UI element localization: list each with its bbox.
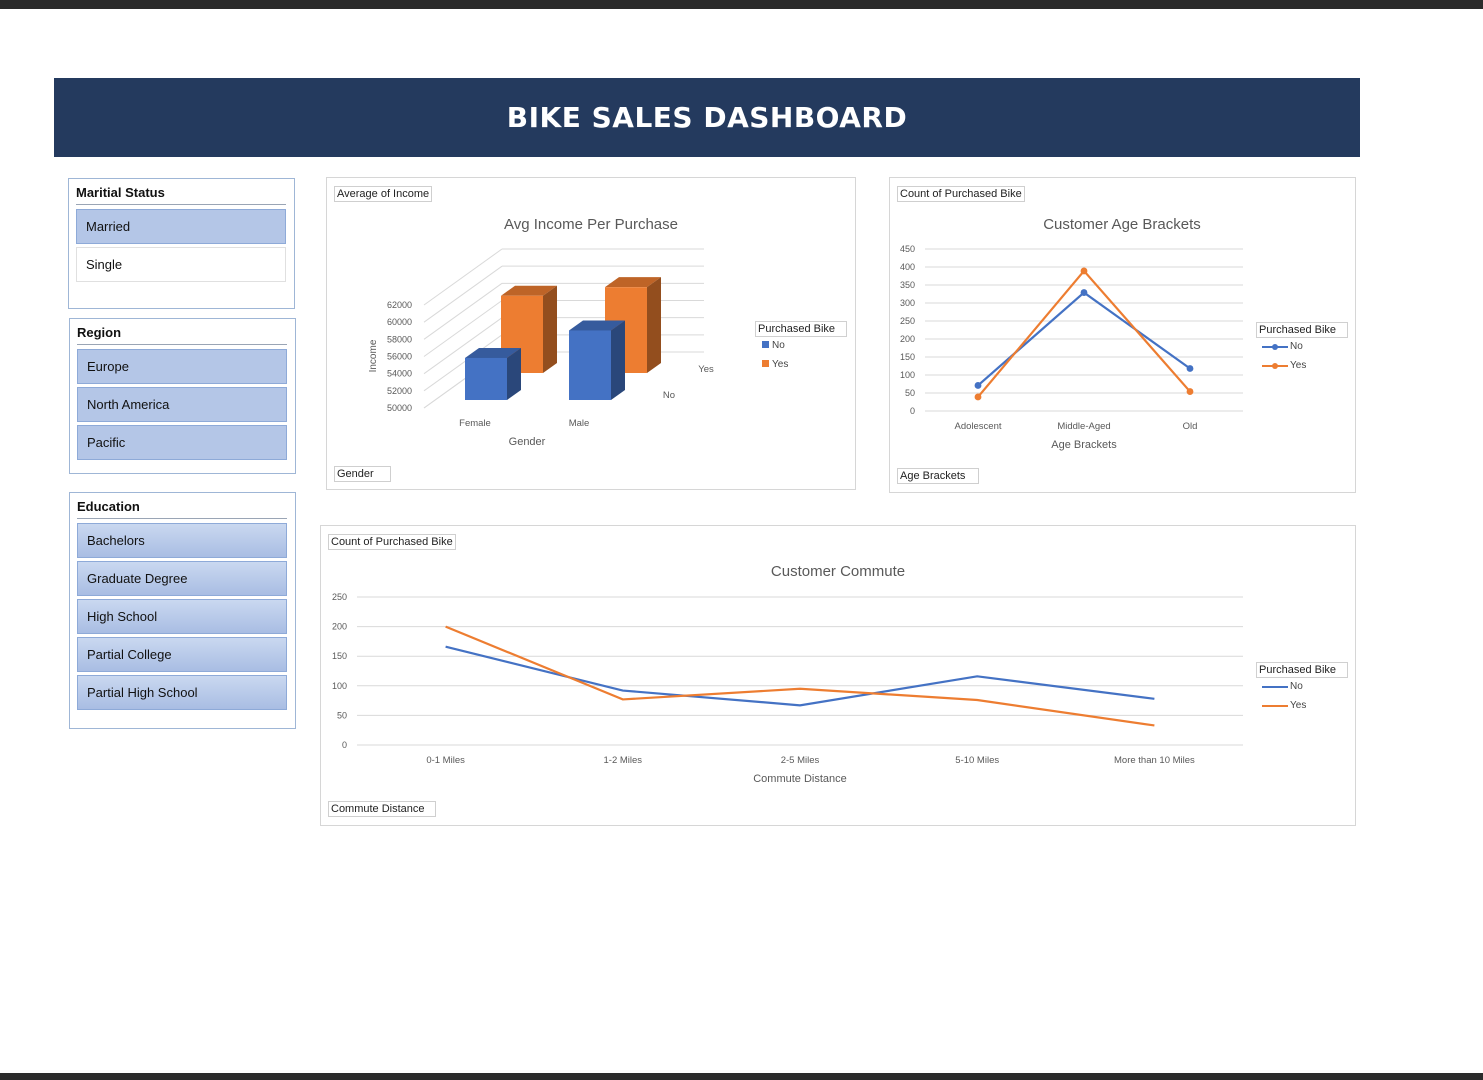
legend-line-marker-yes-icon	[1262, 362, 1288, 369]
slicer-title: Region	[77, 325, 122, 340]
field-button-count-of-purchased-bike[interactable]: Count of Purchased Bike	[328, 534, 456, 550]
slicer-title: Maritial Status	[76, 185, 165, 200]
slicer-region: Region Europe North America Pacific	[69, 318, 296, 474]
slicer-item-bachelors[interactable]: Bachelors	[77, 523, 287, 558]
window-bottom-edge	[0, 1073, 1483, 1080]
slicer-item-married[interactable]: Married	[76, 209, 286, 244]
field-button-gender[interactable]: Gender	[334, 466, 391, 482]
slicer-divider	[77, 518, 287, 519]
legend-title: Purchased Bike	[1256, 322, 1348, 338]
slicer-item-partial-college[interactable]: Partial College	[77, 637, 287, 672]
dashboard-title: BIKE SALES DASHBOARD	[506, 101, 908, 134]
legend-label-no: No	[1290, 681, 1303, 692]
slicer-item-pacific[interactable]: Pacific	[77, 425, 287, 460]
legend-label-yes: Yes	[1290, 360, 1307, 371]
legend-line-marker-no-icon	[1262, 343, 1288, 350]
legend-item-no: No	[1256, 681, 1348, 692]
slicer-education: Education Bachelors Graduate Degree High…	[69, 492, 296, 729]
legend-label-no: No	[772, 340, 785, 351]
age-legend: Purchased Bike No Yes	[1256, 322, 1348, 382]
slicer-marital-status: Maritial Status Married Single	[68, 178, 295, 309]
legend-item-no: No	[755, 340, 847, 351]
legend-label-no: No	[1290, 341, 1303, 352]
legend-line-yes-icon	[1262, 704, 1288, 707]
slicer-item-partial-high-school[interactable]: Partial High School	[77, 675, 287, 710]
legend-item-no: No	[1256, 341, 1348, 352]
field-button-average-of-income[interactable]: Average of Income	[334, 186, 433, 202]
legend-title: Purchased Bike	[755, 321, 847, 337]
slicer-divider	[76, 204, 286, 205]
legend-title: Purchased Bike	[1256, 662, 1348, 678]
legend-item-yes: Yes	[755, 359, 847, 370]
window-top-edge	[0, 0, 1483, 9]
legend-label-yes: Yes	[772, 359, 789, 370]
field-button-commute-distance[interactable]: Commute Distance	[328, 801, 436, 817]
commute-chart-panel[interactable]	[320, 525, 1356, 826]
slicer-item-single[interactable]: Single	[76, 247, 286, 282]
income-legend: Purchased Bike No Yes	[755, 321, 847, 381]
slicer-divider	[77, 344, 287, 345]
slicer-item-north-america[interactable]: North America	[77, 387, 287, 422]
slicer-item-high-school[interactable]: High School	[77, 599, 287, 634]
slicer-item-graduate-degree[interactable]: Graduate Degree	[77, 561, 287, 596]
legend-swatch-no	[762, 341, 769, 348]
legend-item-yes: Yes	[1256, 360, 1348, 371]
legend-swatch-yes	[762, 360, 769, 367]
dashboard-banner: BIKE SALES DASHBOARD	[54, 78, 1360, 157]
slicer-title: Education	[77, 499, 140, 514]
legend-item-yes: Yes	[1256, 700, 1348, 711]
field-button-count-of-purchased-bike[interactable]: Count of Purchased Bike	[897, 186, 1025, 202]
field-button-age-brackets[interactable]: Age Brackets	[897, 468, 979, 484]
commute-legend: Purchased Bike No Yes	[1256, 662, 1348, 722]
legend-line-no-icon	[1262, 685, 1288, 688]
slicer-item-europe[interactable]: Europe	[77, 349, 287, 384]
legend-label-yes: Yes	[1290, 700, 1307, 711]
